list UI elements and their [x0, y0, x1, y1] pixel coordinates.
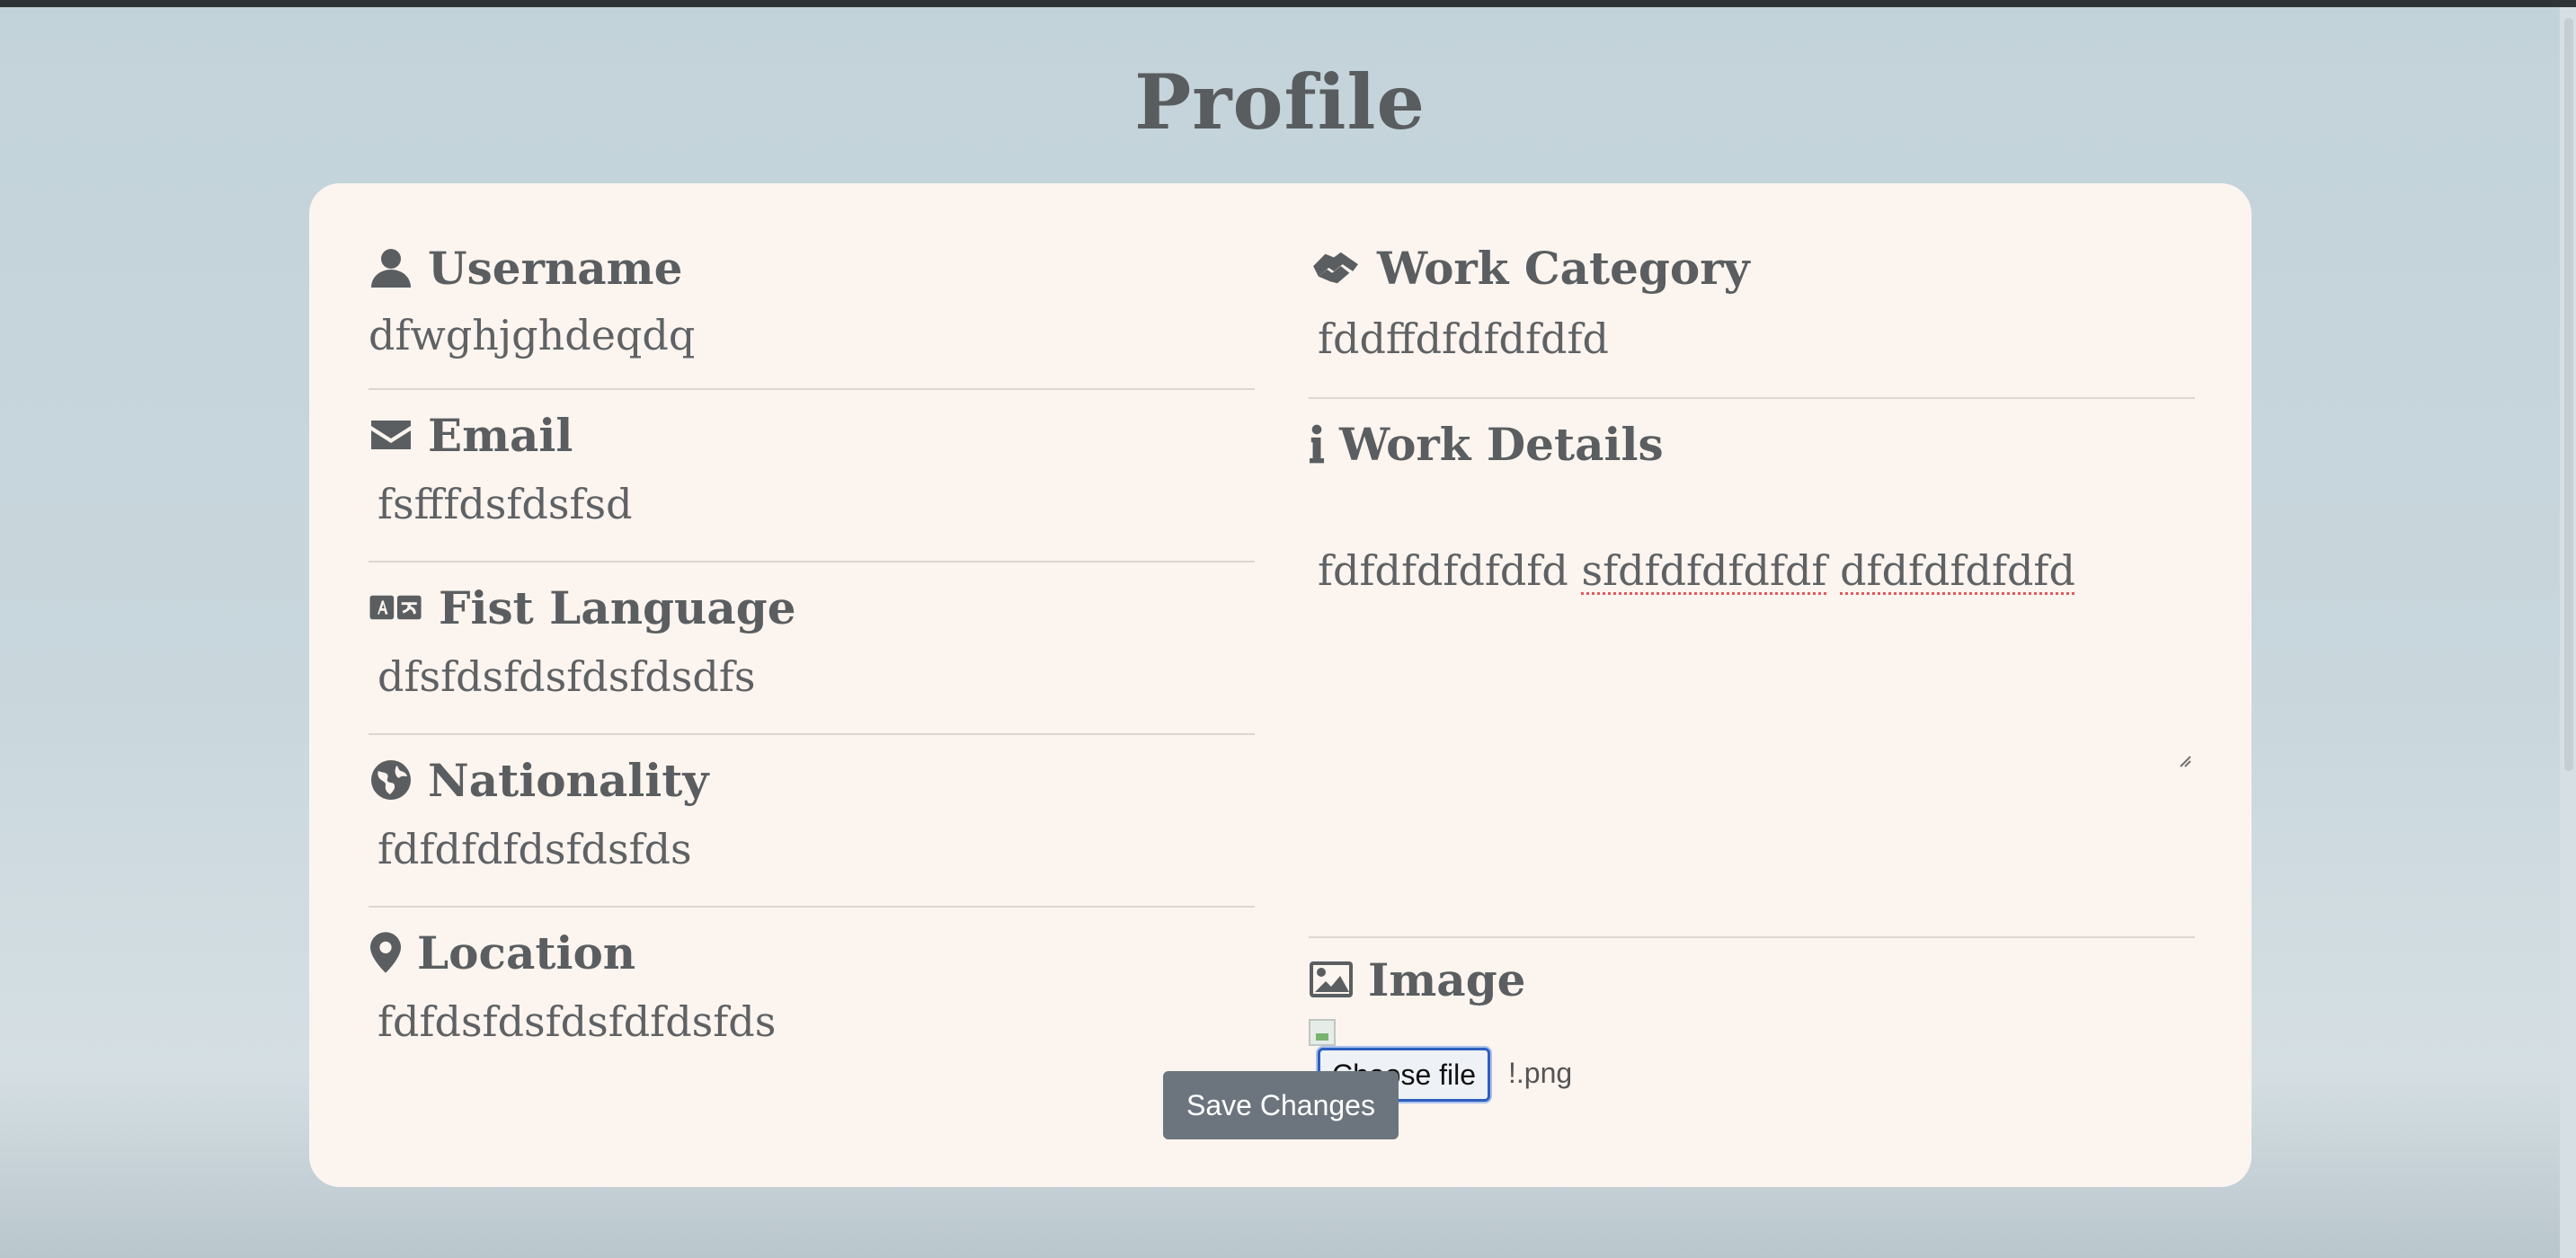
broken-image-icon: [1309, 1019, 1336, 1046]
scrollbar-thumb[interactable]: [2564, 18, 2573, 771]
handshake-icon: [1309, 245, 1363, 290]
work-category-field: Work Category: [1309, 239, 2195, 401]
work-details-label-row: Work Details: [1309, 415, 1664, 473]
email-field: Email: [369, 406, 1255, 563]
email-input[interactable]: [378, 480, 1231, 528]
location-field: Location: [369, 924, 1255, 1076]
divider: [369, 388, 1255, 390]
username-field: Username: [369, 239, 1255, 392]
email-label-row: Email: [369, 406, 573, 464]
image-icon: [1309, 957, 1354, 1002]
info-icon: [1309, 421, 1325, 466]
envelope-icon: [369, 412, 413, 457]
scrollbar[interactable]: [2560, 7, 2576, 1258]
first-language-field: Fist Language: [369, 579, 1255, 735]
profile-card: Username Email Fist Language Nat: [309, 183, 2252, 1187]
divider: [369, 561, 1255, 563]
username-input[interactable]: [369, 311, 1231, 359]
divider: [369, 906, 1255, 908]
location-label: Location: [417, 926, 636, 979]
nationality-label: Nationality: [428, 753, 709, 807]
resize-handle-icon[interactable]: [2177, 753, 2191, 767]
image-field: Image Choose file !.png: [1309, 951, 2195, 1121]
selected-file-name: !.png: [1508, 1057, 1573, 1089]
first-language-label: Fist Language: [439, 580, 796, 634]
page-title: Profile: [1134, 58, 1426, 146]
work-details-word: fdfdfdfdfdfd: [1318, 546, 1568, 595]
work-details-textarea[interactable]: fdfdfdfdfdfd sfdfdfdfdfdf dfdfdfdfdfd: [1309, 510, 2195, 771]
work-category-input[interactable]: [1318, 314, 2172, 363]
work-details-word-misspelled: sfdfdfdfdfdf: [1581, 546, 1827, 595]
location-label-row: Location: [369, 924, 635, 981]
user-icon: [369, 245, 413, 290]
work-details-word-misspelled: dfdfdfdfdfd: [1840, 546, 2075, 595]
email-label: Email: [428, 408, 573, 462]
browser-top-bar: [0, 0, 2576, 7]
work-details-field: Work Details fdfdfdfdfdfd sfdfdfdfdfdf d…: [1309, 415, 2195, 942]
divider: [1309, 936, 2195, 938]
location-input[interactable]: [378, 997, 1231, 1046]
nationality-input[interactable]: [378, 825, 1231, 873]
first-language-input[interactable]: [378, 652, 1231, 701]
map-pin-icon: [369, 930, 403, 975]
username-label: Username: [428, 241, 683, 295]
divider: [1309, 397, 2195, 399]
work-category-label: Work Category: [1377, 241, 1750, 295]
work-details-label: Work Details: [1339, 417, 1664, 471]
nationality-field: Nationality: [369, 751, 1255, 908]
image-label: Image: [1368, 952, 1526, 1006]
first-language-label-row: Fist Language: [369, 579, 796, 636]
divider: [369, 733, 1255, 735]
work-details-text: fdfdfdfdfdfd sfdfdfdfdfdf dfdfdfdfdfd: [1318, 546, 2075, 595]
image-label-row: Image: [1309, 951, 1525, 1008]
save-changes-button[interactable]: Save Changes: [1163, 1071, 1399, 1139]
language-icon: [369, 585, 424, 630]
username-label-row: Username: [369, 239, 682, 297]
globe-icon: [369, 757, 413, 802]
work-category-label-row: Work Category: [1309, 239, 1750, 297]
nationality-label-row: Nationality: [369, 751, 708, 809]
